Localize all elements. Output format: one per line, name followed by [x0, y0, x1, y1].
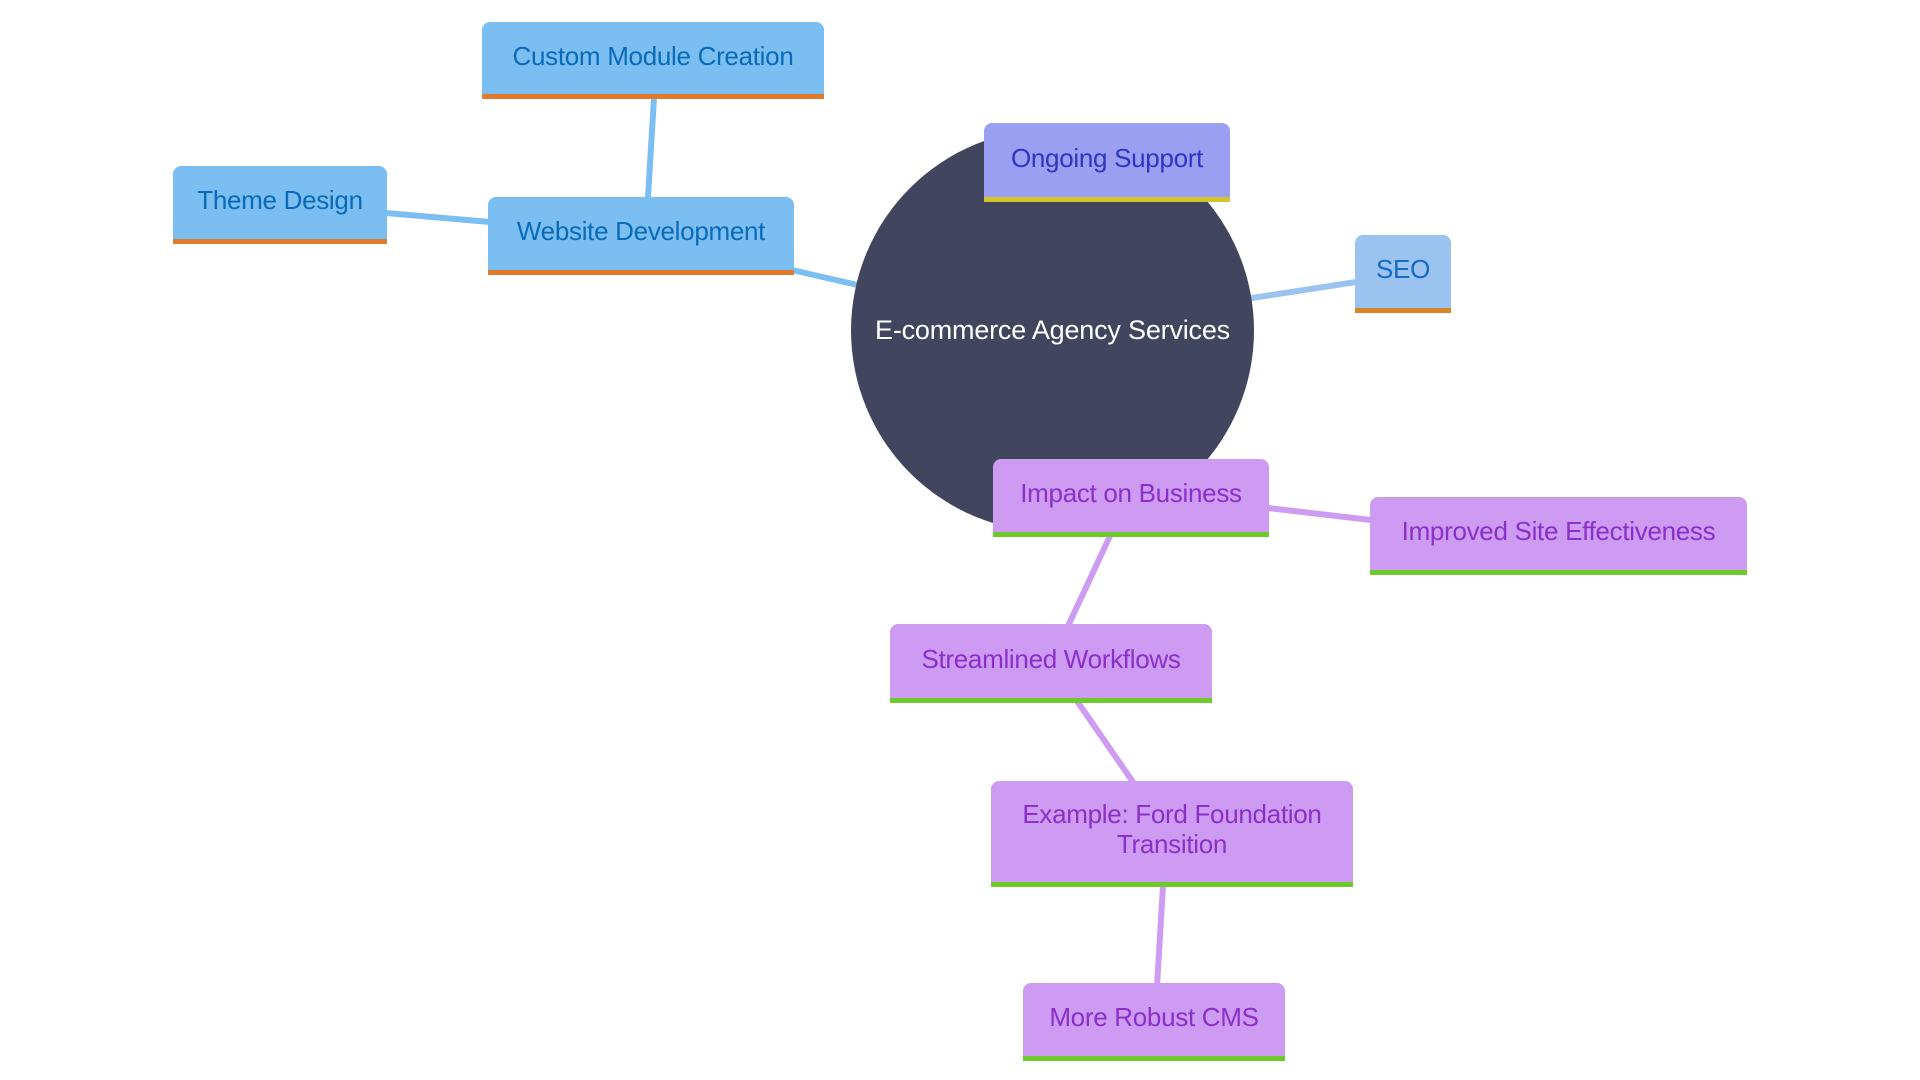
edge-stream-example — [1074, 698, 1136, 785]
node-more-robust-cms[interactable]: More Robust CMS — [1023, 983, 1285, 1061]
node-theme-design[interactable]: Theme Design — [173, 166, 387, 244]
node-label: Ongoing Support — [1010, 142, 1204, 173]
node-improved-site-effectiveness[interactable]: Improved Site Effectiveness — [1370, 497, 1747, 575]
edge-example-cms — [1154, 883, 1166, 989]
node-ongoing-support[interactable]: Ongoing Support — [984, 123, 1230, 202]
node-label: More Robust CMS — [1049, 1002, 1259, 1032]
node-label: Improved Site Effectiveness — [1401, 516, 1716, 546]
node-custom-module-creation[interactable]: Custom Module Creation — [482, 22, 824, 99]
node-seo[interactable]: SEO — [1355, 235, 1451, 313]
node-streamlined-workflows[interactable]: Streamlined Workflows — [890, 624, 1212, 703]
edge-impact-improved — [1265, 505, 1374, 523]
node-label: SEO — [1375, 254, 1430, 284]
node-impact-on-business[interactable]: Impact on Business — [993, 459, 1269, 537]
node-label: Theme Design — [197, 185, 363, 215]
root-node-label: E-commerce Agency Services — [875, 315, 1230, 345]
edge-root-seo — [1249, 279, 1359, 301]
edge-webdev-theme — [383, 210, 493, 225]
edge-impact-stream — [1065, 533, 1113, 629]
edge-webdev-custom — [645, 95, 657, 200]
mindmap-canvas: E-commerce Agency Services Custom Module… — [0, 0, 1920, 1080]
node-label: Streamlined Workflows — [921, 643, 1181, 674]
node-label: Impact on Business — [1020, 478, 1242, 508]
node-label: Website Development — [516, 216, 766, 246]
edge-root-webdev — [789, 267, 865, 289]
node-label: Custom Module Creation — [512, 40, 794, 71]
node-label: Example: Ford Foundation Transition — [1022, 799, 1322, 859]
node-example-ford-foundation[interactable]: Example: Ford Foundation Transition — [991, 781, 1353, 887]
node-website-development[interactable]: Website Development — [488, 197, 794, 275]
